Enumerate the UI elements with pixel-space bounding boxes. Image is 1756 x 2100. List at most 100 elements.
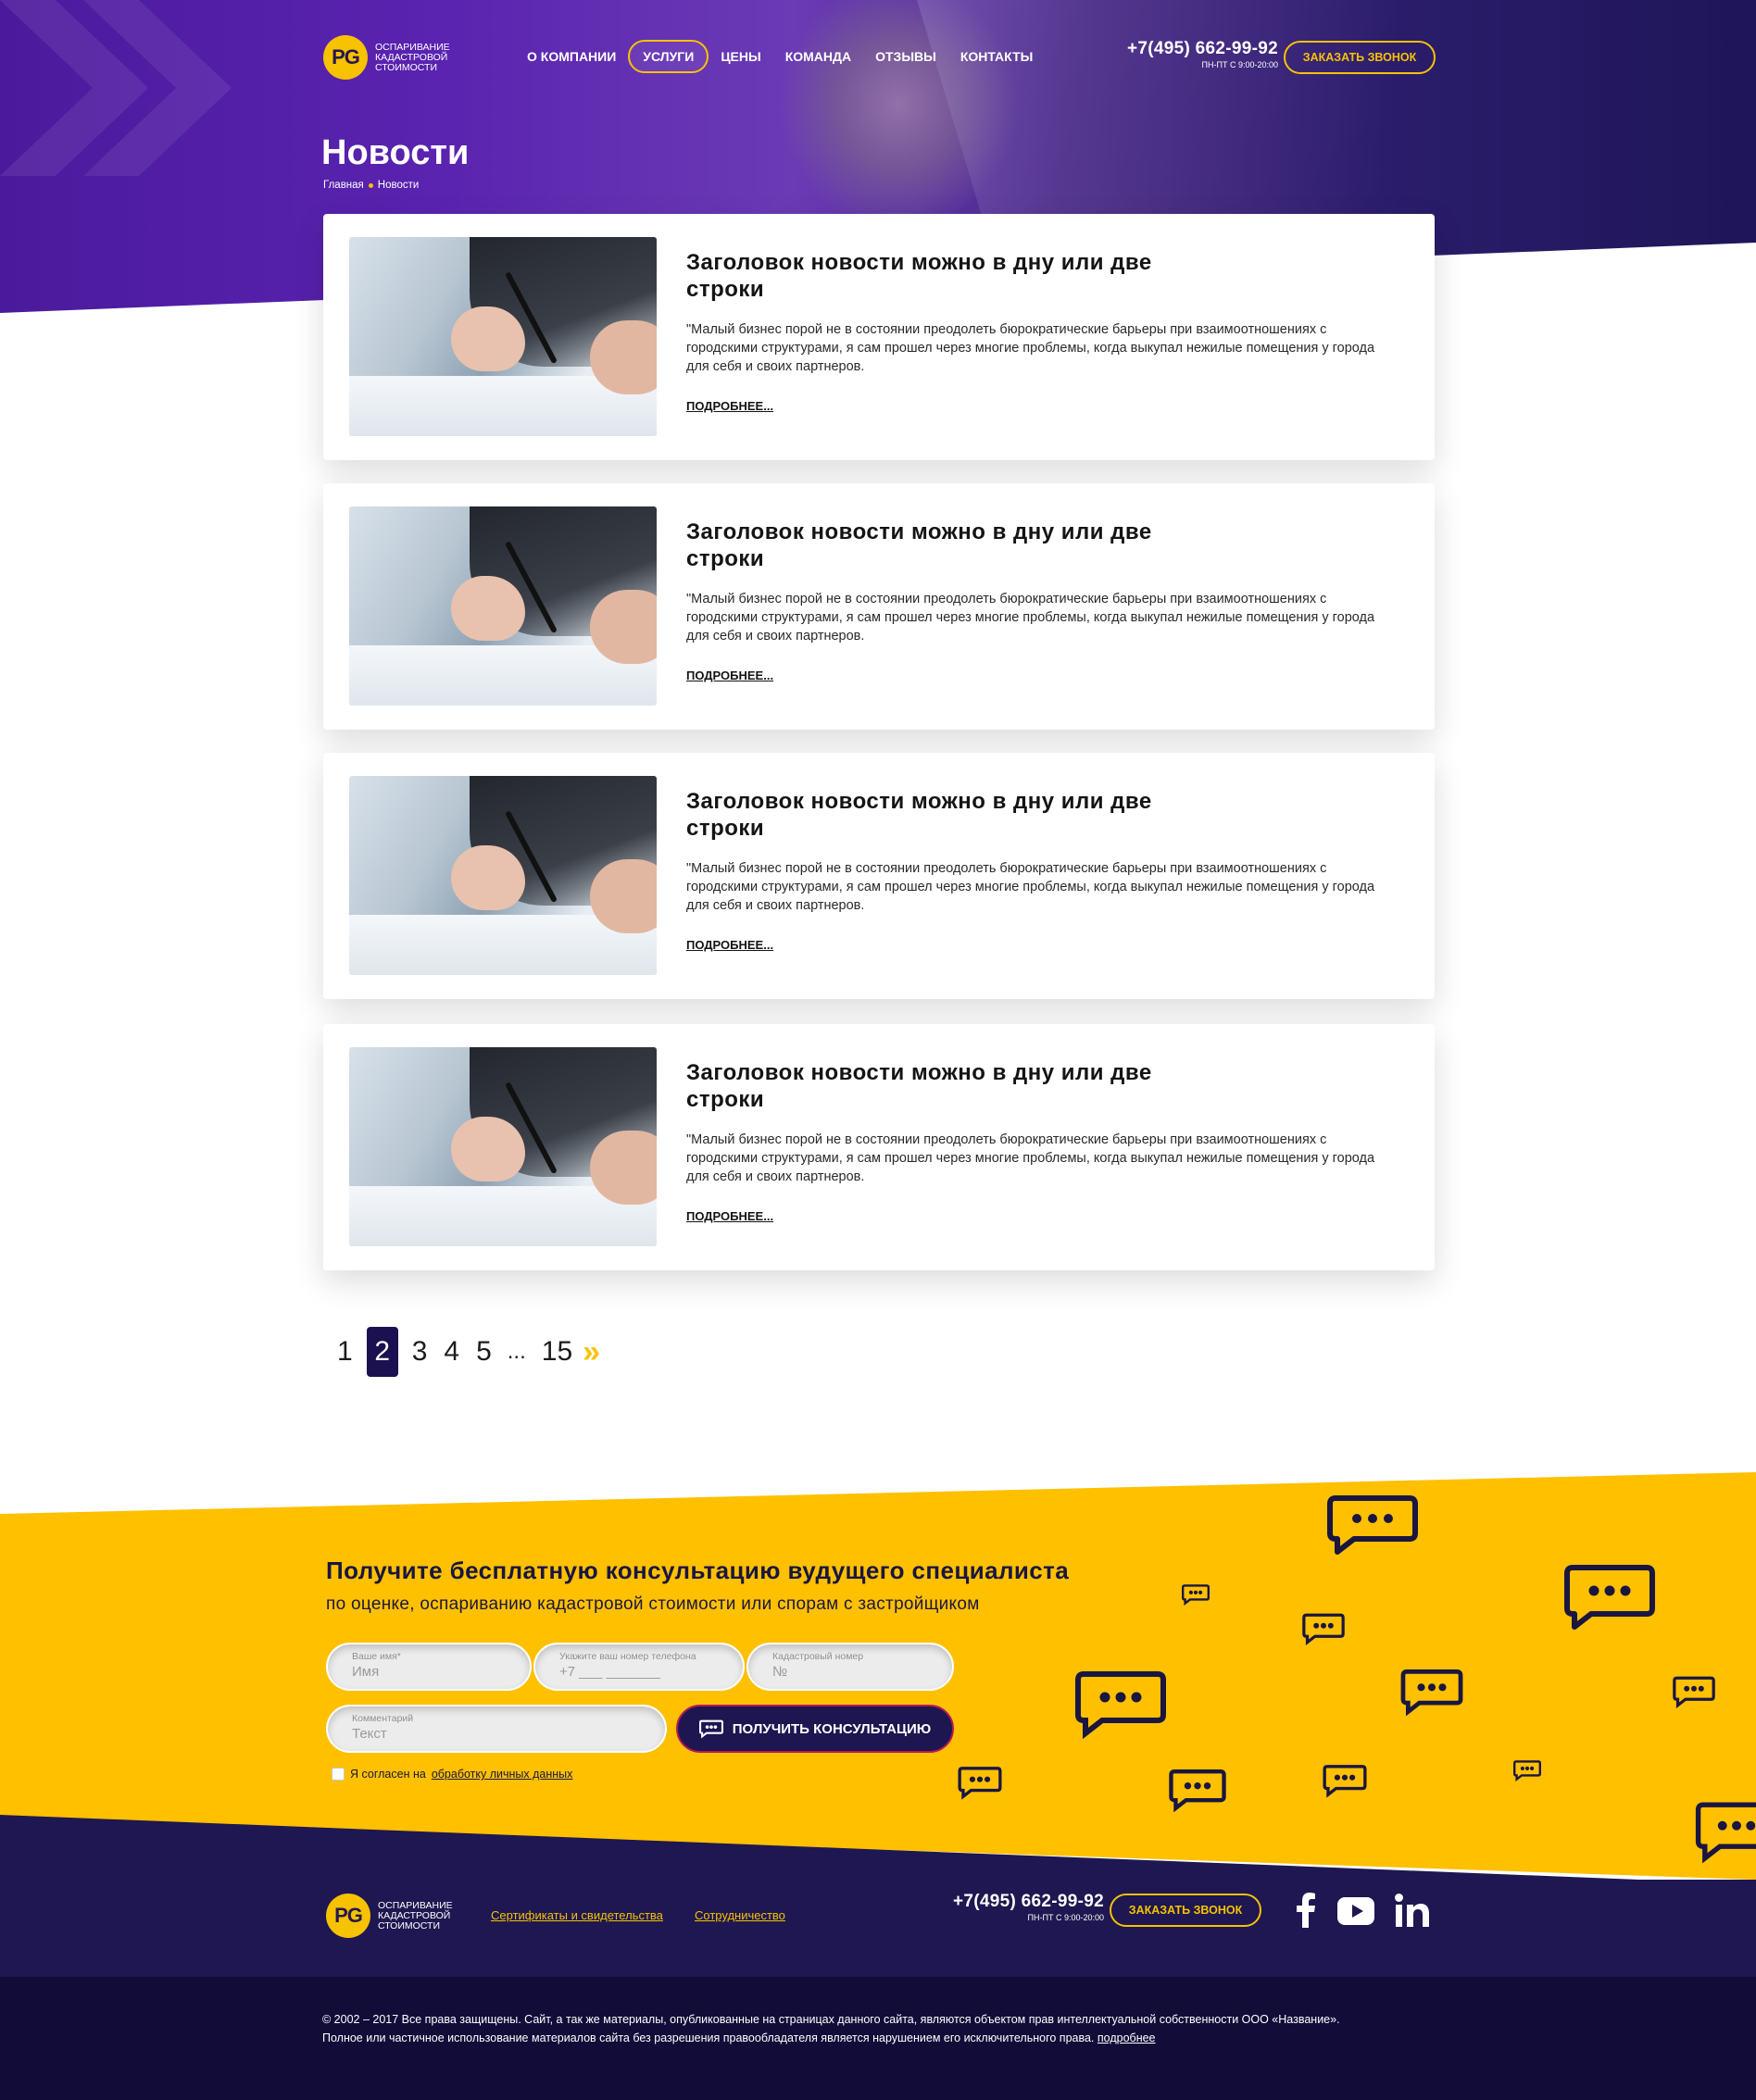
name-field[interactable]: Ваше имя* Имя (326, 1643, 532, 1691)
footer (0, 1880, 1756, 1977)
breadcrumb-home[interactable]: Главная (323, 180, 364, 191)
news-excerpt: "Малый бизнес порой не в состоянии преод… (686, 1132, 1375, 1184)
comment-field[interactable]: Комментарий Текст (326, 1705, 667, 1753)
news-more-link[interactable]: Подробнее... (686, 669, 773, 682)
chat-bubble-icon (1323, 1765, 1367, 1798)
news-more-link[interactable]: Подробнее... (686, 1209, 773, 1223)
phone-field-placeholder: +7 ___ _______ (559, 1664, 660, 1680)
nav-item-contacts[interactable]: Контакты (948, 40, 1045, 73)
facebook-icon[interactable] (1295, 1893, 1317, 1928)
news-image[interactable] (349, 506, 657, 706)
news-title[interactable]: Заголовок новости можно в дну или две ст… (686, 519, 1205, 572)
chat-bubble-icon (1302, 1613, 1345, 1646)
footer-callback-button[interactable]: Заказать звонок (1110, 1894, 1261, 1927)
page-link-1[interactable]: 1 (329, 1336, 361, 1368)
name-field-placeholder: Имя (352, 1664, 380, 1680)
news-image[interactable] (349, 1047, 657, 1246)
chat-icon (698, 1719, 723, 1739)
page-link-4[interactable]: 4 (435, 1336, 468, 1368)
consultation-subtitle: по оценке, оспариванию кадастровой стоим… (326, 1594, 980, 1614)
footer-contact: +7(495) 662-99-92 ПН-ПТ С 9:00-20:00 (919, 1892, 1104, 1922)
phone-field-label: Укажите ваш номер телефона (559, 1651, 696, 1662)
chat-bubble-icon (958, 1767, 1002, 1800)
news-image[interactable] (349, 237, 657, 436)
consent-link[interactable]: обработку личных данных (432, 1768, 573, 1781)
cadastral-number-field[interactable]: Кадастровый номер № (746, 1643, 954, 1691)
header-hours: ПН-ПТ С 9:00-20:00 (1201, 60, 1278, 69)
news-title[interactable]: Заголовок новости можно в дну или две ст… (686, 1059, 1205, 1113)
copyright-line-2-text: Полное или частичное использование матер… (322, 2031, 1095, 2044)
copyright: © 2002 – 2017 Все права защищены. Сайт, … (322, 2010, 1434, 2047)
chat-bubble-icon (1327, 1495, 1418, 1555)
header-phone[interactable]: +7(495) 662-99-92 (1093, 39, 1278, 59)
footer-phone[interactable]: +7(495) 662-99-92 (919, 1892, 1104, 1912)
consent-row: Я согласен на обработку личных данных (332, 1768, 572, 1781)
news-image[interactable] (349, 776, 657, 975)
chat-bubble-icon (1075, 1671, 1166, 1740)
consultation-title: Получите бесплатную консультацию вудущег… (326, 1556, 1070, 1584)
next-page-icon[interactable]: » (581, 1334, 600, 1370)
page-link-current[interactable]: 2 (366, 1327, 398, 1377)
youtube-icon[interactable] (1337, 1897, 1374, 1925)
get-consultation-button[interactable]: Получить консультацию (676, 1705, 954, 1753)
copyright-more-link[interactable]: подробнее (1098, 2031, 1156, 2044)
page-ellipsis: ... (507, 1339, 526, 1364)
page-title: Новости (321, 133, 470, 172)
chat-bubble-icon (1673, 1676, 1715, 1709)
chevron-decoration (0, 0, 232, 176)
news-card: Заголовок новости можно в дну или две ст… (323, 753, 1435, 999)
consent-text: Я согласен на (350, 1768, 426, 1781)
nav-item-team[interactable]: Команда (773, 40, 863, 73)
main-nav: О компании Услуги Цены Команда Отзывы Ко… (515, 40, 1045, 73)
copyright-line-2: Полное или частичное использование матер… (322, 2029, 1434, 2047)
chat-bubble-icon (1513, 1760, 1541, 1781)
pagination: 1 2 3 4 5 ... 15 » (329, 1327, 600, 1377)
breadcrumb: Главная Новости (323, 180, 419, 191)
logo-tagline: Оспаривание кадастровой стоимости (375, 41, 450, 73)
nav-item-prices[interactable]: Цены (709, 40, 772, 73)
footer-logo-tagline: Оспаривание кадастровой стоимости (378, 1899, 453, 1931)
header-logo[interactable]: PG Оспаривание кадастровой стоимости (323, 35, 450, 80)
chat-bubble-icon (1564, 1565, 1655, 1630)
cadastral-field-placeholder: № (772, 1664, 788, 1680)
news-title[interactable]: Заголовок новости можно в дну или две ст… (686, 249, 1205, 303)
news-excerpt: "Малый бизнес порой не в состоянии преод… (686, 592, 1375, 644)
nav-item-services[interactable]: Услуги (628, 40, 709, 73)
breadcrumb-current: Новости (377, 180, 420, 191)
footer-link-cooperation[interactable]: Сотрудничество (695, 1908, 785, 1922)
footer-hours: ПН-ПТ С 9:00-20:00 (1027, 1913, 1104, 1922)
nav-item-company[interactable]: О компании (515, 40, 628, 73)
news-card: Заголовок новости можно в дну или две ст… (323, 483, 1435, 730)
consent-checkbox[interactable] (332, 1768, 345, 1781)
linkedin-icon[interactable] (1395, 1894, 1430, 1927)
news-card: Заголовок новости можно в дну или две ст… (323, 1024, 1435, 1270)
nav-item-reviews[interactable]: Отзывы (863, 40, 948, 73)
news-more-link[interactable]: Подробнее... (686, 399, 773, 413)
page-link-5[interactable]: 5 (468, 1336, 500, 1368)
header-contact: +7(495) 662-99-92 ПН-ПТ С 9:00-20:00 (1093, 39, 1278, 69)
footer-link-certificates[interactable]: Сертификаты и свидетельства (491, 1908, 663, 1922)
chat-bubble-icon (1695, 1802, 1756, 1864)
page-link-last[interactable]: 15 (533, 1336, 581, 1368)
comment-field-label: Комментарий (352, 1713, 414, 1724)
name-field-label: Ваше имя* (352, 1651, 401, 1662)
copyright-line-1: © 2002 – 2017 Все права защищены. Сайт, … (322, 2013, 1340, 2026)
news-excerpt: "Малый бизнес порой не в состоянии преод… (686, 322, 1375, 374)
news-title[interactable]: Заголовок новости можно в дну или две ст… (686, 788, 1205, 842)
header-callback-button[interactable]: Заказать звонок (1284, 41, 1436, 74)
footer-logo-mark: PG (326, 1894, 370, 1938)
cadastral-field-label: Кадастровый номер (772, 1651, 864, 1662)
footer-logo[interactable]: PG Оспаривание кадастровой стоимости (326, 1894, 453, 1938)
phone-field[interactable]: Укажите ваш номер телефона +7 ___ ______… (533, 1643, 745, 1691)
page-link-3[interactable]: 3 (404, 1336, 436, 1368)
news-excerpt: "Малый бизнес порой не в состоянии преод… (686, 861, 1375, 913)
chat-bubble-icon (1400, 1669, 1463, 1717)
chat-bubble-icon (1169, 1769, 1226, 1813)
comment-field-placeholder: Текст (352, 1726, 387, 1742)
news-more-link[interactable]: Подробнее... (686, 938, 773, 952)
breadcrumb-separator (368, 182, 373, 188)
chat-bubble-icon (1182, 1584, 1210, 1606)
get-consultation-label: Получить консультацию (732, 1720, 932, 1737)
news-card: Заголовок новости можно в дну или две ст… (323, 214, 1435, 460)
logo-mark: PG (323, 35, 368, 80)
